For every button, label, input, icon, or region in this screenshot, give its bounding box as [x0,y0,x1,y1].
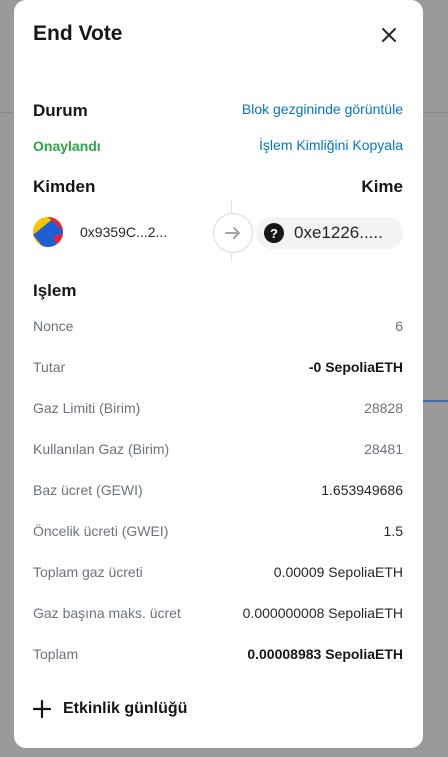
detail-value: 0.00008983 SepoliaETH [247,646,403,662]
activity-log-toggle[interactable]: Etkinlik günlüğü [33,700,187,718]
direction-indicator [213,213,253,253]
detail-label: Öncelik ücreti (GWEI) [33,523,169,539]
detail-row-max-fee-per-gas: Gaz başına maks. ücret 0.000000008 Sepol… [33,605,403,625]
to-heading: Kime [361,177,403,196]
plus-icon [33,700,51,718]
status-badge: Onaylandı [33,138,101,154]
transaction-heading: Işlem [33,281,77,300]
copy-transaction-id-link[interactable]: İşlem Kimliğini Kopyala [259,137,403,153]
close-button[interactable] [376,22,402,48]
status-heading: Durum [33,101,88,120]
detail-label: Nonce [33,318,74,334]
to-account[interactable]: ? 0xe1226..... [256,217,403,249]
background-accent-line [420,400,448,402]
detail-value: 1.653949686 [321,482,403,498]
detail-value: 28481 [364,441,403,457]
detail-label: Baz ücret (GEWI) [33,482,143,498]
detail-label: Kullanılan Gaz (Birim) [33,441,170,457]
to-address: 0xe1226..... [294,223,383,242]
detail-row-gas-limit: Gaz Limiti (Birim) 28828 [33,400,403,420]
arrow-right-icon [225,227,240,239]
detail-row-priority-fee: Öncelik ücreti (GWEI) 1.5 [33,523,403,543]
from-heading: Kimden [33,177,96,196]
detail-row-total-gas-fee: Toplam gaz ücreti 0.00009 SepoliaETH [33,564,403,584]
detail-label: Gaz Limiti (Birim) [33,400,141,416]
detail-row-nonce: Nonce 6 [33,318,403,338]
jazzicon-avatar-icon [33,217,63,247]
detail-label: Toplam [33,646,79,662]
detail-label: Gaz başına maks. ücret [33,605,181,621]
detail-value: 6 [395,318,403,334]
detail-label: Tutar [33,359,66,375]
from-address: 0x9359C...2... [80,224,168,240]
detail-row-gas-used: Kullanılan Gaz (Birim) 28481 [33,441,403,461]
detail-label: Toplam gaz ücreti [33,564,143,580]
question-icon: ? [264,223,284,243]
detail-value: 0.00009 SepoliaETH [273,564,403,580]
detail-row-base-fee: Baz ücret (GEWI) 1.653949686 [33,482,403,502]
detail-row-total: Toplam 0.00008983 SepoliaETH [33,646,403,666]
transaction-details-modal: End Vote Durum Blok gezgininde görüntüle… [14,0,423,748]
close-icon [382,28,396,42]
view-on-explorer-link[interactable]: Blok gezgininde görüntüle [242,101,403,117]
detail-row-amount: Tutar -0 SepoliaETH [33,359,403,379]
activity-log-label: Etkinlik günlüğü [63,700,188,717]
detail-value: -0 SepoliaETH [308,359,403,375]
detail-value: 1.5 [383,523,403,539]
detail-value: 0.000000008 SepoliaETH [242,605,403,621]
from-account[interactable]: 0x9359C...2... [33,217,167,247]
account-avatar [33,217,63,247]
modal-title: End Vote [33,22,123,45]
detail-value: 28828 [364,400,403,416]
